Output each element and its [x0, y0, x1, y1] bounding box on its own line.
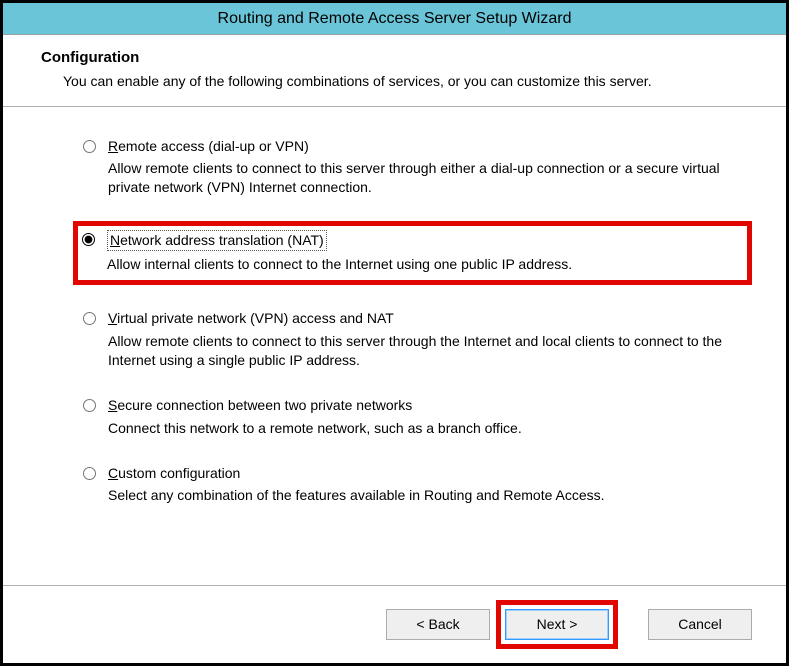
options-area: Remote access (dial-up or VPN) Allow rem…	[3, 107, 786, 585]
page-description: You can enable any of the following comb…	[41, 72, 681, 92]
radio-vpn-nat[interactable]	[83, 312, 96, 325]
next-button[interactable]: Next >	[505, 609, 609, 640]
option-vpn-nat: Virtual private network (VPN) access and…	[81, 307, 746, 372]
option-remote-access: Remote access (dial-up or VPN) Allow rem…	[81, 135, 746, 200]
label-secure-connection[interactable]: Secure connection between two private ne…	[108, 396, 412, 415]
label-remote-access[interactable]: Remote access (dial-up or VPN)	[108, 137, 309, 156]
desc-custom: Select any combination of the features a…	[108, 486, 728, 505]
desc-secure-connection: Connect this network to a remote network…	[108, 419, 728, 438]
desc-remote-access: Allow remote clients to connect to this …	[108, 159, 728, 197]
wizard-header: Configuration You can enable any of the …	[3, 35, 786, 106]
window-title: Routing and Remote Access Server Setup W…	[218, 10, 572, 28]
radio-nat[interactable]	[82, 233, 95, 246]
option-custom: Custom configuration Select any combinat…	[81, 462, 746, 508]
titlebar: Routing and Remote Access Server Setup W…	[3, 3, 786, 35]
wizard-footer: < Back Next > Cancel	[3, 585, 786, 663]
radio-custom[interactable]	[83, 467, 96, 480]
radio-remote-access[interactable]	[83, 140, 96, 153]
radio-secure-connection[interactable]	[83, 399, 96, 412]
desc-nat: Allow internal clients to connect to the…	[107, 255, 727, 274]
next-button-highlight: Next >	[496, 600, 618, 649]
page-title: Configuration	[41, 49, 756, 66]
label-nat[interactable]: Network address translation (NAT)	[107, 230, 327, 251]
back-button[interactable]: < Back	[386, 609, 490, 640]
option-secure-connection: Secure connection between two private ne…	[81, 394, 746, 440]
cancel-button[interactable]: Cancel	[648, 609, 752, 640]
label-custom[interactable]: Custom configuration	[108, 464, 240, 483]
option-nat: Network address translation (NAT) Allow …	[73, 221, 752, 285]
wizard-window: Routing and Remote Access Server Setup W…	[0, 0, 789, 666]
desc-vpn-nat: Allow remote clients to connect to this …	[108, 332, 728, 370]
label-vpn-nat[interactable]: Virtual private network (VPN) access and…	[108, 309, 394, 328]
